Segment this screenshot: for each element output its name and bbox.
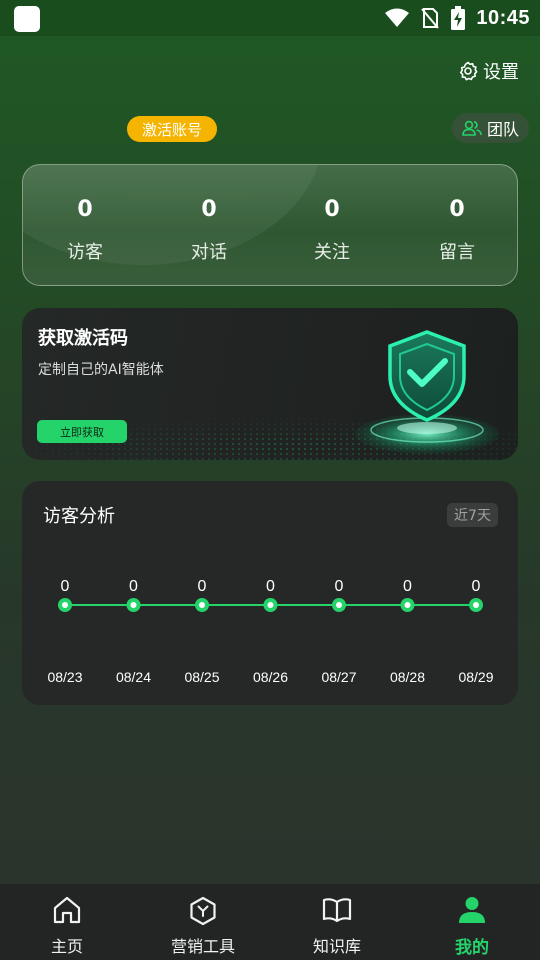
gear-icon — [459, 61, 478, 81]
x-tick-label: 08/27 — [321, 669, 356, 685]
x-tick-label: 08/25 — [184, 669, 219, 685]
x-tick-label: 08/26 — [253, 669, 288, 685]
stat-follows[interactable]: 0 关注 — [270, 165, 394, 285]
stat-label: 访客 — [67, 242, 103, 263]
x-tick-label: 08/28 — [390, 669, 425, 685]
stat-label: 对话 — [191, 242, 227, 263]
x-tick-label: 08/24 — [116, 669, 151, 685]
data-label: 0 — [129, 578, 138, 595]
book-icon — [322, 898, 352, 923]
team-label: 团队 — [486, 120, 519, 139]
nav-label: 营销工具 — [170, 937, 235, 956]
nav-label: 我的 — [455, 938, 489, 958]
home-icon — [53, 896, 81, 924]
visitor-analysis-card: 访客分析 近7天 0 08/23 0 08/24 0 08/25 0 08/26 0 08/27 0… — [22, 481, 518, 705]
nav-label: 知识库 — [312, 937, 361, 956]
status-time: 10:45 — [476, 6, 530, 29]
stat-value: 0 — [324, 197, 340, 222]
app-notification-icon — [14, 6, 40, 32]
nav-item-marketing-tools[interactable]: 营销工具 — [170, 884, 236, 960]
no-sim-icon — [421, 8, 440, 29]
bottom-nav: 主页 营销工具 知识库 我的 — [0, 884, 540, 960]
data-label: 0 — [266, 578, 275, 595]
wifi-icon — [385, 8, 410, 27]
stat-visitors[interactable]: 0 访客 — [23, 165, 147, 285]
hexagon-tool-icon — [190, 896, 216, 926]
visitor-line-chart: 0 08/23 0 08/24 0 08/25 0 08/26 0 08/27 0 08/28 0 08/… — [47, 578, 493, 685]
data-point-center — [404, 602, 411, 608]
person-icon — [459, 897, 485, 923]
activation-code-card[interactable]: 获取激活码 定制自己的AI智能体 立即获取 — [22, 308, 518, 460]
team-icon — [462, 120, 482, 136]
data-point-center — [473, 602, 479, 608]
nav-item-mine[interactable]: 我的 — [439, 884, 505, 960]
nav-item-home[interactable]: 主页 — [34, 884, 100, 960]
nav-item-knowledge-base[interactable]: 知识库 — [304, 884, 370, 960]
status-icons: 10:45 — [384, 0, 530, 36]
settings-label: 设置 — [483, 62, 519, 83]
data-point-center — [267, 602, 274, 608]
promo-title: 获取激活码 — [38, 328, 128, 349]
data-label: 0 — [198, 578, 207, 595]
stat-label: 留言 — [439, 242, 475, 263]
stats-card: 0 访客 0 对话 0 关注 0 留言 — [22, 164, 518, 286]
data-point-center — [199, 602, 205, 608]
data-label: 0 — [61, 578, 70, 595]
promo-subtitle: 定制自己的AI智能体 — [38, 362, 164, 378]
stat-messages[interactable]: 0 留言 — [395, 165, 517, 285]
activate-account-badge[interactable]: 激活账号 — [127, 116, 217, 142]
stat-conversations[interactable]: 0 对话 — [147, 165, 271, 285]
stat-label: 关注 — [314, 242, 350, 263]
data-point-center — [62, 602, 68, 608]
status-bar: 10:45 — [0, 0, 540, 36]
x-tick-label: 08/23 — [47, 669, 82, 685]
data-point-center — [130, 602, 137, 608]
data-label: 0 — [403, 578, 412, 595]
battery-charging-icon — [451, 6, 466, 30]
data-point-center — [336, 602, 342, 608]
settings-button[interactable]: 设置 — [458, 58, 519, 84]
stat-value: 0 — [449, 197, 465, 222]
stat-value: 0 — [201, 197, 217, 222]
data-label: 0 — [472, 578, 481, 595]
data-label: 0 — [335, 578, 344, 595]
get-now-button[interactable]: 立即获取 — [37, 420, 127, 443]
stat-value: 0 — [77, 197, 93, 222]
x-tick-label: 08/29 — [458, 669, 493, 685]
nav-label: 主页 — [50, 937, 83, 956]
shield-check-icon — [355, 330, 499, 454]
team-button[interactable]: 团队 — [452, 113, 529, 143]
